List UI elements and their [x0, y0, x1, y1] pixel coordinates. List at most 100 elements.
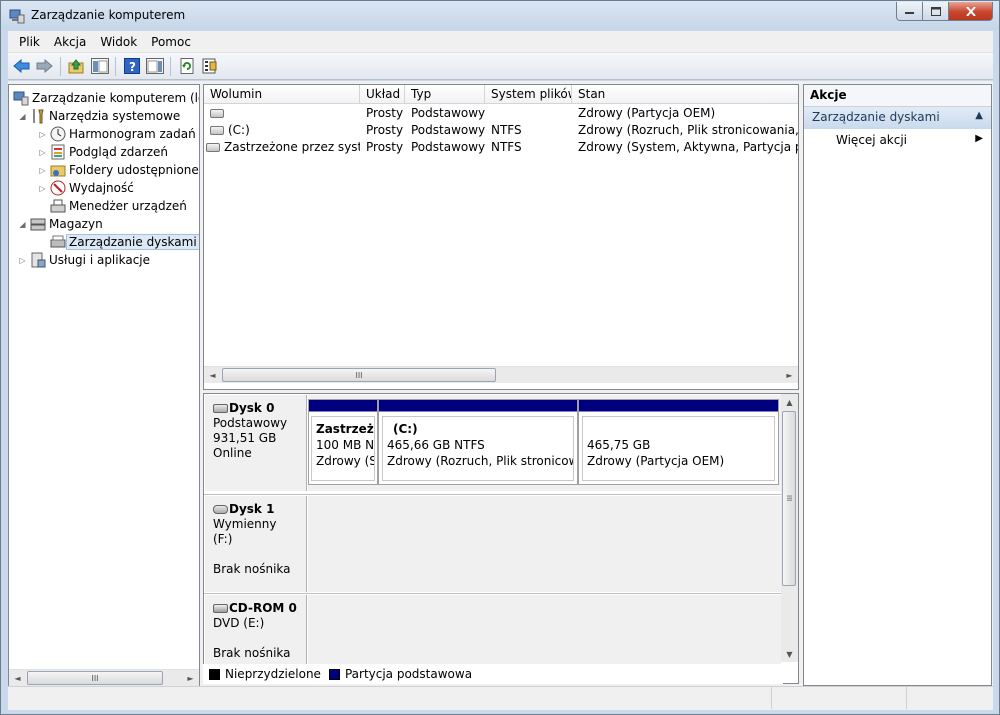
- collapse-arrow-icon[interactable]: ◢: [17, 220, 28, 229]
- partition-state: Zdrowy (Rozruch, Plik stronicowania, Zrz…: [387, 454, 573, 468]
- expand-arrow-icon[interactable]: ▷: [37, 166, 48, 175]
- disk-info: Dysk 1 Wymienny (F:) Brak nośnika: [205, 496, 307, 592]
- volume-list-header: Wolumin Układ Typ System plików Stan: [204, 85, 798, 104]
- scroll-thumb[interactable]: III: [782, 411, 796, 586]
- back-arrow-icon: [13, 59, 30, 73]
- computer-management-window: Zarządzanie komputerem Plik Akcja Widok …: [0, 0, 1000, 715]
- storage-icon: [30, 218, 46, 231]
- help-button[interactable]: ?: [121, 56, 142, 77]
- window-title: Zarządzanie komputerem: [31, 8, 186, 22]
- expand-arrow-icon[interactable]: ▷: [37, 148, 48, 157]
- volume-name: (C:): [228, 123, 250, 137]
- scroll-right-arrow-icon[interactable]: ►: [781, 367, 798, 383]
- partition-type-bar: [379, 400, 577, 412]
- tree-item-label: Zarządzanie komputerem (lokalne): [32, 91, 199, 105]
- disk-partitions: Zastrzeżone przez system 100 MB NTFS Zdr…: [308, 395, 781, 491]
- toolbar-separator: [60, 56, 61, 76]
- collapse-arrow-icon[interactable]: ◢: [17, 112, 28, 121]
- device-manager-icon: [50, 199, 66, 213]
- maximize-button[interactable]: [923, 2, 949, 21]
- menu-file[interactable]: Plik: [12, 33, 47, 51]
- partition-state: Zdrowy (Partycja OEM): [587, 454, 725, 468]
- menu-bar: Plik Akcja Widok Pomoc: [8, 31, 993, 53]
- partition-size: 100 MB NTFS: [316, 438, 375, 452]
- tree-item-shared-folders[interactable]: ▷ Foldery udostępnione: [37, 161, 198, 179]
- tree-item-storage[interactable]: ◢ Magazyn: [17, 215, 103, 233]
- status-segment: [907, 687, 993, 709]
- volume-list-horizontal-scrollbar[interactable]: ◄ III ►: [204, 366, 798, 383]
- expand-arrow-icon[interactable]: ▷: [37, 184, 48, 193]
- hard-disk-icon: [213, 404, 228, 413]
- cd-rom-icon: [213, 604, 228, 613]
- partition-system-reserved[interactable]: Zastrzeżone przez system 100 MB NTFS Zdr…: [308, 399, 378, 485]
- minimize-button[interactable]: [896, 2, 923, 21]
- menu-help[interactable]: Pomoc: [144, 33, 198, 51]
- scroll-left-arrow-icon[interactable]: ◄: [9, 670, 26, 686]
- svg-text:?: ?: [129, 60, 136, 74]
- forward-button[interactable]: [34, 56, 55, 77]
- tree-item-system-tools[interactable]: ◢ Narzędzia systemowe: [17, 107, 180, 125]
- menu-action[interactable]: Akcja: [47, 33, 93, 51]
- volume-row[interactable]: (C:) Prosty Podstawowy NTFS Zdrowy (Rozr…: [204, 122, 798, 139]
- volume-status: Zdrowy (System, Aktywna, Partycja podsta…: [578, 140, 798, 154]
- scroll-left-arrow-icon[interactable]: ◄: [204, 367, 221, 383]
- disk-row[interactable]: Dysk 1 Wymienny (F:) Brak nośnika: [204, 494, 781, 592]
- tree-item-event-viewer[interactable]: ▷ Podgląd zdarzeń: [37, 143, 168, 161]
- scroll-thumb[interactable]: III: [27, 671, 163, 685]
- properties-button[interactable]: [199, 56, 220, 77]
- menu-view[interactable]: Widok: [93, 33, 144, 51]
- volume-icon: [210, 109, 224, 118]
- close-button[interactable]: [949, 2, 993, 21]
- disk-row[interactable]: Dysk 0 Podstawowy 931,51 GB Online Zastr…: [204, 394, 781, 492]
- tree-item-computer-management[interactable]: Zarządzanie komputerem (lokalne): [11, 89, 199, 107]
- partition-c-drive[interactable]: (C:) 465,66 GB NTFS Zdrowy (Rozruch, Pli…: [378, 399, 578, 485]
- scroll-down-arrow-icon[interactable]: ▼: [781, 646, 798, 662]
- column-header-type[interactable]: Typ: [405, 85, 485, 104]
- refresh-icon: [180, 58, 193, 74]
- column-header-file-system[interactable]: System plików: [485, 85, 572, 104]
- legend-label-primary: Partycja podstawowa: [344, 667, 473, 681]
- legend-swatch-unallocated: [209, 668, 220, 680]
- show-hide-tree-button[interactable]: [89, 56, 110, 77]
- show-hide-action-pane-button[interactable]: [144, 56, 165, 77]
- back-button[interactable]: [11, 56, 32, 77]
- refresh-button[interactable]: [176, 56, 197, 77]
- title-bar[interactable]: Zarządzanie komputerem: [1, 1, 999, 31]
- tree-item-label: Narzędzia systemowe: [49, 109, 181, 123]
- volume-file-system: NTFS: [491, 140, 522, 154]
- actions-group-disk-management[interactable]: Zarządzanie dyskami ▲: [804, 107, 991, 129]
- volume-status: Zdrowy (Partycja OEM): [578, 106, 716, 120]
- scroll-right-arrow-icon[interactable]: ►: [182, 670, 199, 686]
- partition-oem[interactable]: 465,75 GB Zdrowy (Partycja OEM): [578, 399, 779, 485]
- computer-management-icon: [13, 91, 29, 106]
- volume-row[interactable]: Prosty Podstawowy Zdrowy (Partycja OEM): [204, 105, 798, 122]
- scroll-thumb[interactable]: III: [222, 368, 496, 382]
- up-level-button[interactable]: [66, 56, 87, 77]
- maximize-icon: [930, 6, 941, 16]
- tree-item-disk-management[interactable]: Zarządzanie dyskami: [37, 233, 199, 251]
- column-header-layout[interactable]: Układ: [360, 85, 405, 104]
- up-folder-icon: [68, 58, 84, 73]
- expand-arrow-icon[interactable]: ▷: [37, 130, 48, 139]
- disk-map-vertical-scrollbar[interactable]: ▲ III ▼: [781, 394, 798, 662]
- volume-icon: [206, 143, 220, 152]
- tree-item-task-scheduler[interactable]: ▷ Harmonogram zadań: [37, 125, 196, 143]
- tree-item-services-applications[interactable]: ▷ Usługi i aplikacje: [17, 251, 150, 269]
- tree-horizontal-scrollbar[interactable]: ◄ III ►: [9, 669, 199, 686]
- partition-details: Zastrzeżone przez system 100 MB NTFS Zdr…: [311, 416, 375, 481]
- action-more-actions[interactable]: Więcej akcji ▶: [804, 129, 991, 151]
- scroll-up-arrow-icon[interactable]: ▲: [781, 394, 798, 410]
- close-icon: [965, 6, 976, 16]
- collapse-up-arrow-icon[interactable]: ▲: [975, 110, 983, 126]
- disk-name: Dysk 0: [229, 401, 275, 415]
- tree-item-label: Magazyn: [49, 217, 103, 231]
- removable-disk-icon: [213, 505, 228, 514]
- column-header-volume[interactable]: Wolumin: [204, 85, 360, 104]
- actions-title: Akcje: [804, 85, 991, 107]
- tree-item-device-manager[interactable]: Menedżer urządzeń: [37, 197, 187, 215]
- column-header-status[interactable]: Stan: [572, 85, 798, 104]
- expand-arrow-icon[interactable]: ▷: [17, 256, 28, 265]
- tree-item-performance[interactable]: ▷ Wydajność: [37, 179, 134, 197]
- partition-size: 465,66 GB NTFS: [387, 438, 485, 452]
- volume-row[interactable]: Zastrzeżone przez system Prosty Podstawo…: [204, 139, 798, 156]
